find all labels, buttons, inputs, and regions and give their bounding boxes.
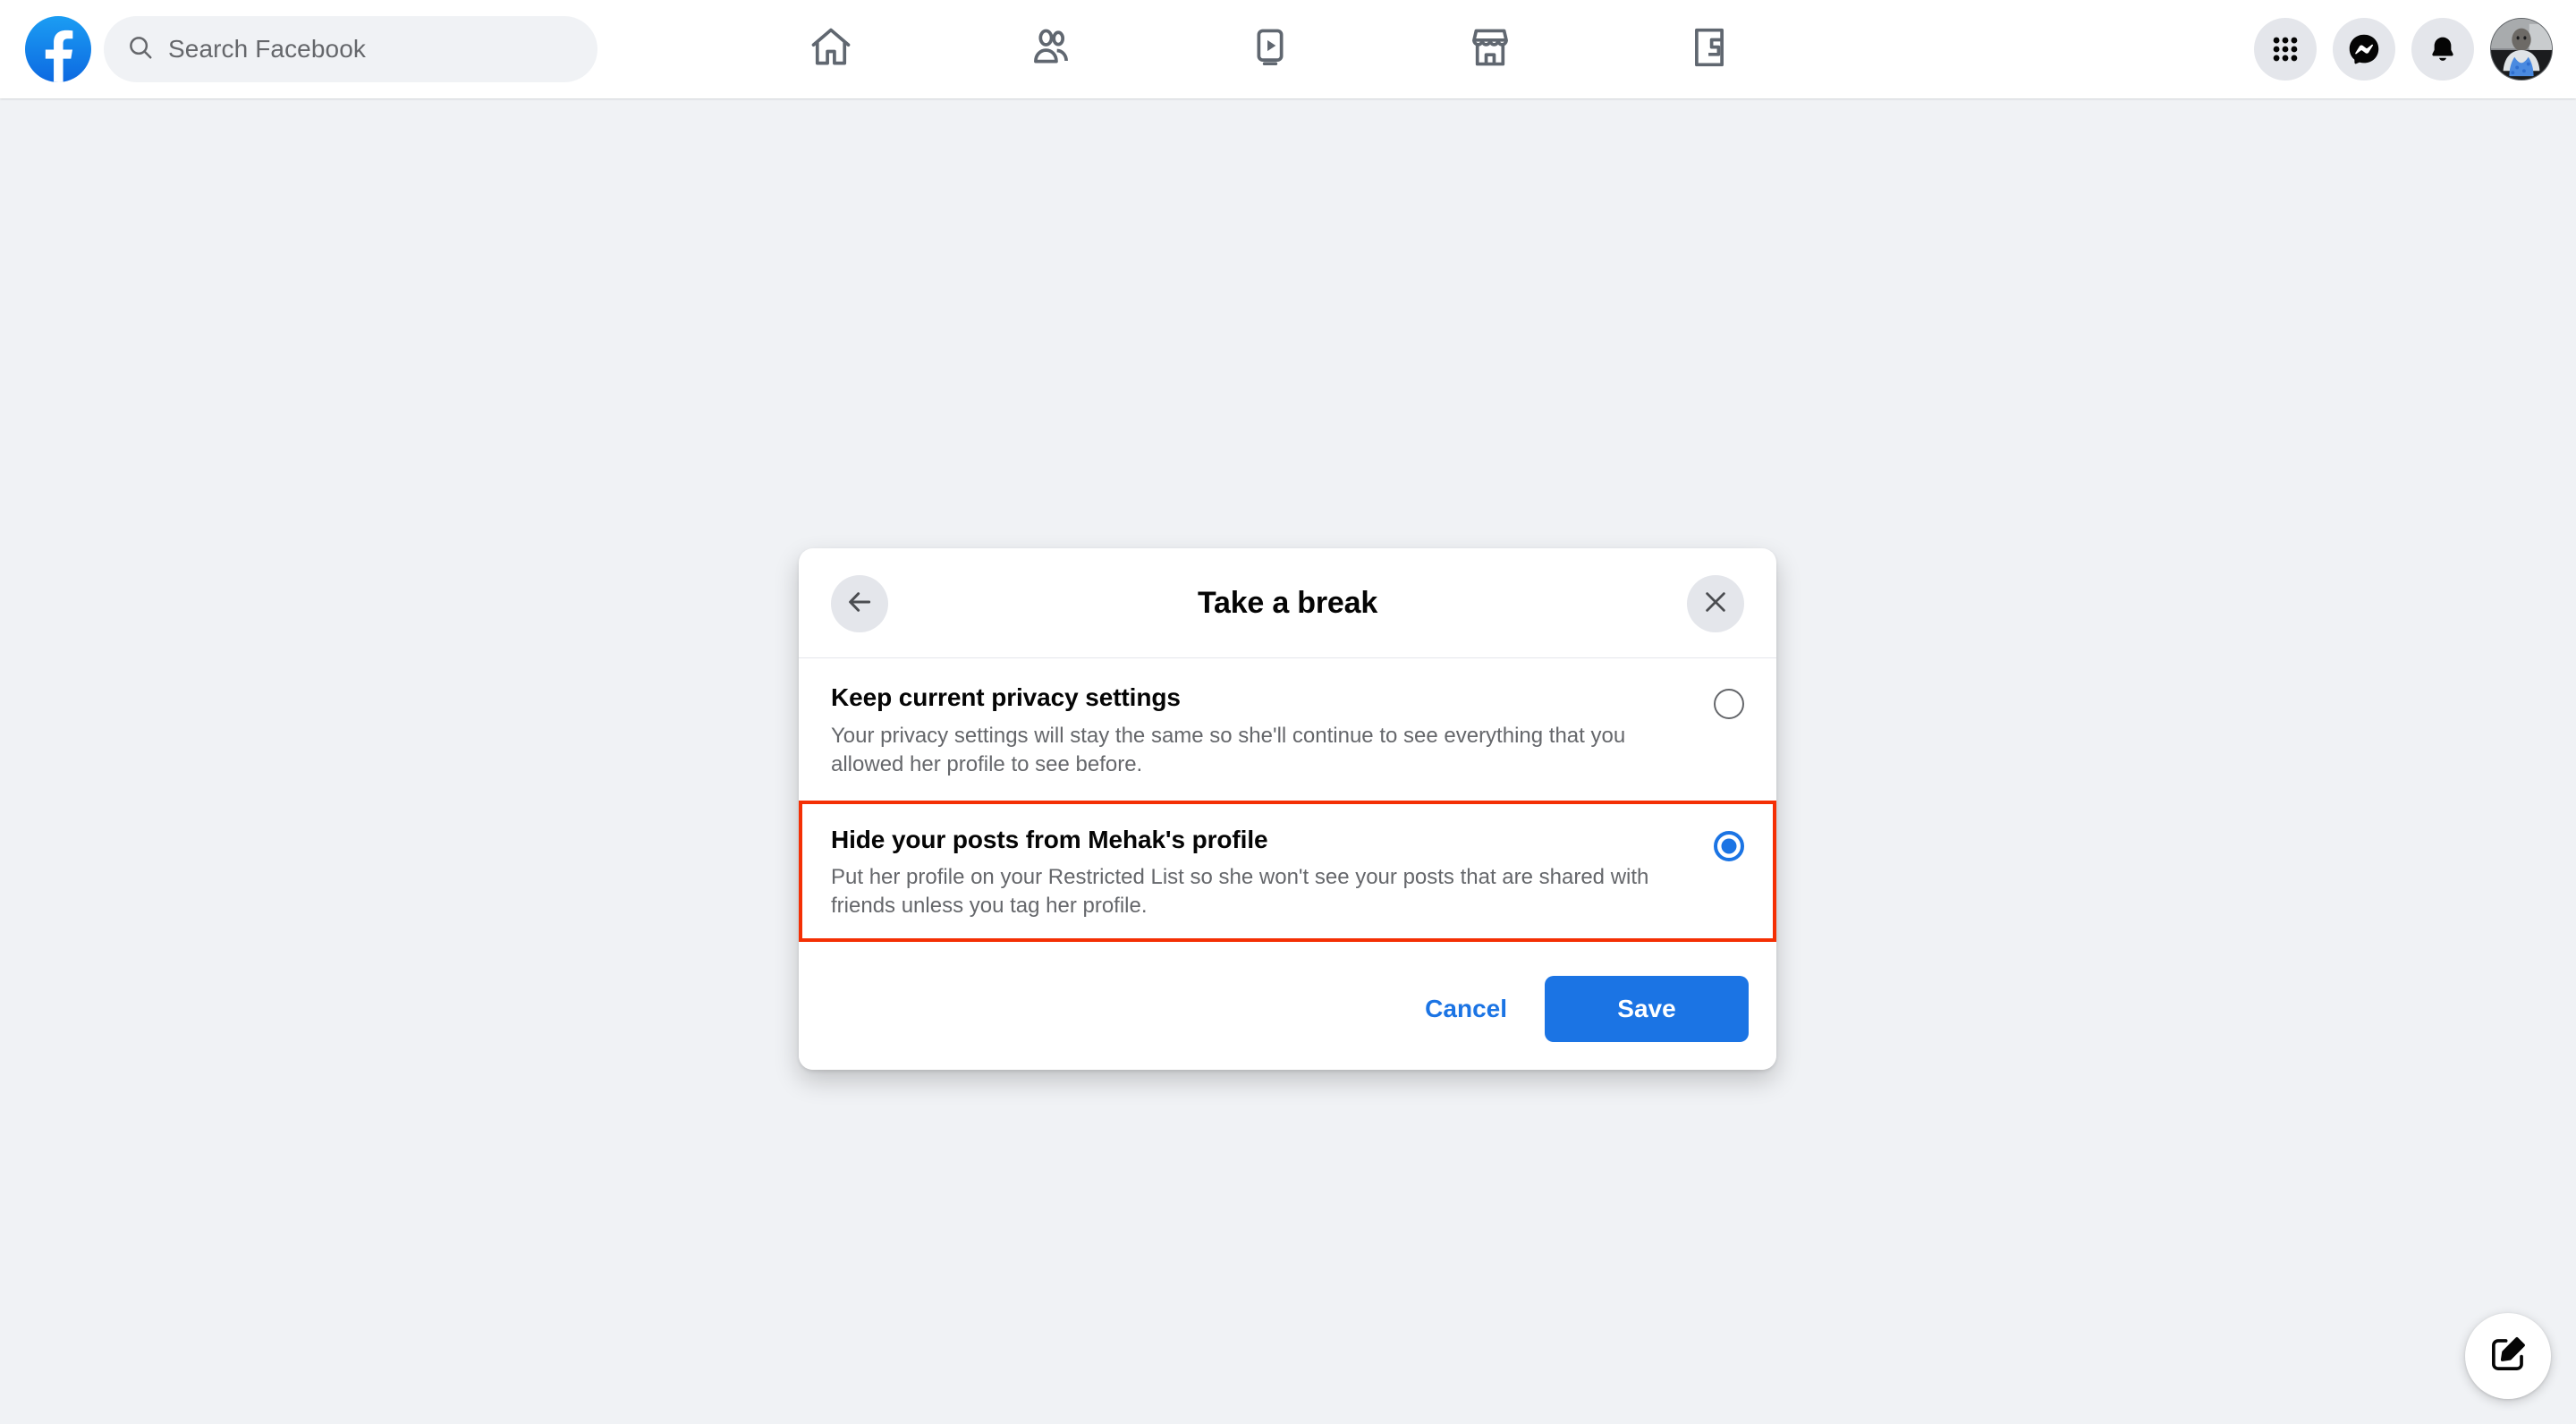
top-navigation-bar: Search Facebook [0,0,2576,98]
grid-menu-icon[interactable] [2254,18,2317,81]
option-keep-current-privacy-settings[interactable]: Keep current privacy settings Your priva… [799,658,1776,801]
nav-center-tabs [742,0,1798,98]
option-description: Your privacy settings will stay the same… [831,723,1626,776]
option-description: Put her profile on your Restricted List … [831,865,1649,919]
video-icon [1247,24,1293,75]
dialog-header: Take a break [799,548,1776,658]
option-text-group: Hide your posts from Mehak's profile Put… [831,825,1714,921]
search-placeholder: Search Facebook [168,35,366,63]
dialog-footer: Cancel Save [799,948,1776,1070]
nav-tab-home[interactable] [742,6,919,92]
search-icon [127,34,154,65]
cancel-button[interactable]: Cancel [1400,979,1532,1039]
gaming-icon [1686,24,1733,75]
avatar[interactable] [2490,18,2553,81]
option-title: Keep current privacy settings [831,683,1181,711]
radio-hide-your-posts[interactable] [1714,830,1744,861]
marketplace-icon [1467,24,1513,75]
create-post-fab[interactable] [2465,1313,2551,1399]
radio-keep-current-privacy-settings[interactable] [1714,689,1744,719]
home-icon [808,24,854,75]
bell-icon[interactable] [2411,18,2474,81]
compose-icon [2488,1335,2528,1378]
nav-tab-video[interactable] [1182,6,1359,92]
arrow-left-icon [845,588,874,621]
close-button[interactable] [1687,575,1744,632]
search-input[interactable]: Search Facebook [104,16,597,82]
page-title: Take a break [1197,585,1378,620]
option-text-group: Keep current privacy settings Your priva… [831,682,1714,779]
messenger-icon[interactable] [2333,18,2395,81]
back-button[interactable] [831,575,888,632]
friends-icon [1028,24,1074,75]
close-icon [1702,589,1729,620]
take-a-break-dialog: Take a break Keep current privacy settin… [799,548,1776,1070]
nav-tab-marketplace[interactable] [1402,6,1579,92]
nav-tab-gaming[interactable] [1621,6,1798,92]
nav-right-actions [2254,0,2553,98]
option-title: Hide your posts from Mehak's profile [831,825,1268,853]
option-hide-your-posts[interactable]: Hide your posts from Mehak's profile Put… [799,800,1776,943]
nav-left-group: Search Facebook [25,0,597,98]
facebook-logo-icon[interactable] [25,16,91,82]
nav-tab-friends[interactable] [962,6,1140,92]
save-button[interactable]: Save [1545,976,1749,1042]
